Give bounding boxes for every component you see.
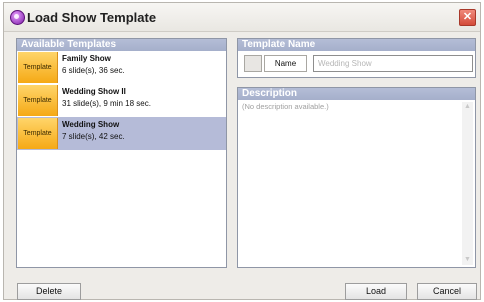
template-thumbnail: Template [18, 85, 58, 116]
template-name: Wedding Show [62, 120, 120, 129]
available-templates-panel: Available Templates Template Family Show… [16, 38, 227, 268]
delete-button[interactable]: Delete [17, 283, 81, 300]
template-name: Family Show [62, 54, 111, 63]
description-scrollbar[interactable]: ▲ ▼ [462, 102, 473, 265]
template-item-wedding-show-ii[interactable]: Template Wedding Show II 31 slide(s), 9 … [17, 84, 226, 117]
name-row: Name [244, 55, 473, 72]
template-details: 31 slide(s), 9 min 18 sec. [62, 99, 151, 108]
scroll-down-icon[interactable]: ▼ [462, 255, 473, 265]
template-item-wedding-show[interactable]: Template Wedding Show 7 slide(s), 42 sec… [17, 117, 226, 150]
cancel-button[interactable]: Cancel [417, 283, 477, 300]
scroll-up-icon[interactable]: ▲ [462, 102, 473, 112]
load-button[interactable]: Load [345, 283, 407, 300]
description-panel: Description (No description available.) … [237, 87, 476, 268]
template-thumbnail: Template [18, 52, 58, 83]
description-header: Description [238, 88, 475, 100]
close-icon[interactable]: ✕ [459, 9, 476, 26]
template-name: Wedding Show II [62, 87, 126, 96]
template-name-panel: Template Name Name [237, 38, 476, 78]
template-name-input[interactable] [313, 55, 473, 72]
title-bar[interactable]: Load Show Template ✕ [4, 3, 480, 32]
template-details: 6 slide(s), 36 sec. [62, 66, 125, 75]
template-name-header: Template Name [238, 39, 475, 51]
template-details: 7 slide(s), 42 sec. [62, 132, 125, 141]
app-logo-icon [10, 10, 25, 25]
name-label: Name [264, 55, 307, 72]
template-thumbnail: Template [18, 118, 58, 149]
load-show-template-dialog: Load Show Template ✕ Available Templates… [3, 2, 481, 300]
description-text[interactable]: (No description available.) [242, 102, 459, 111]
name-swatch [244, 55, 262, 72]
window-title: Load Show Template [27, 10, 157, 25]
available-templates-header: Available Templates [17, 39, 226, 51]
template-list: Template Family Show 6 slide(s), 36 sec.… [17, 51, 226, 150]
template-item-family-show[interactable]: Template Family Show 6 slide(s), 36 sec. [17, 51, 226, 84]
